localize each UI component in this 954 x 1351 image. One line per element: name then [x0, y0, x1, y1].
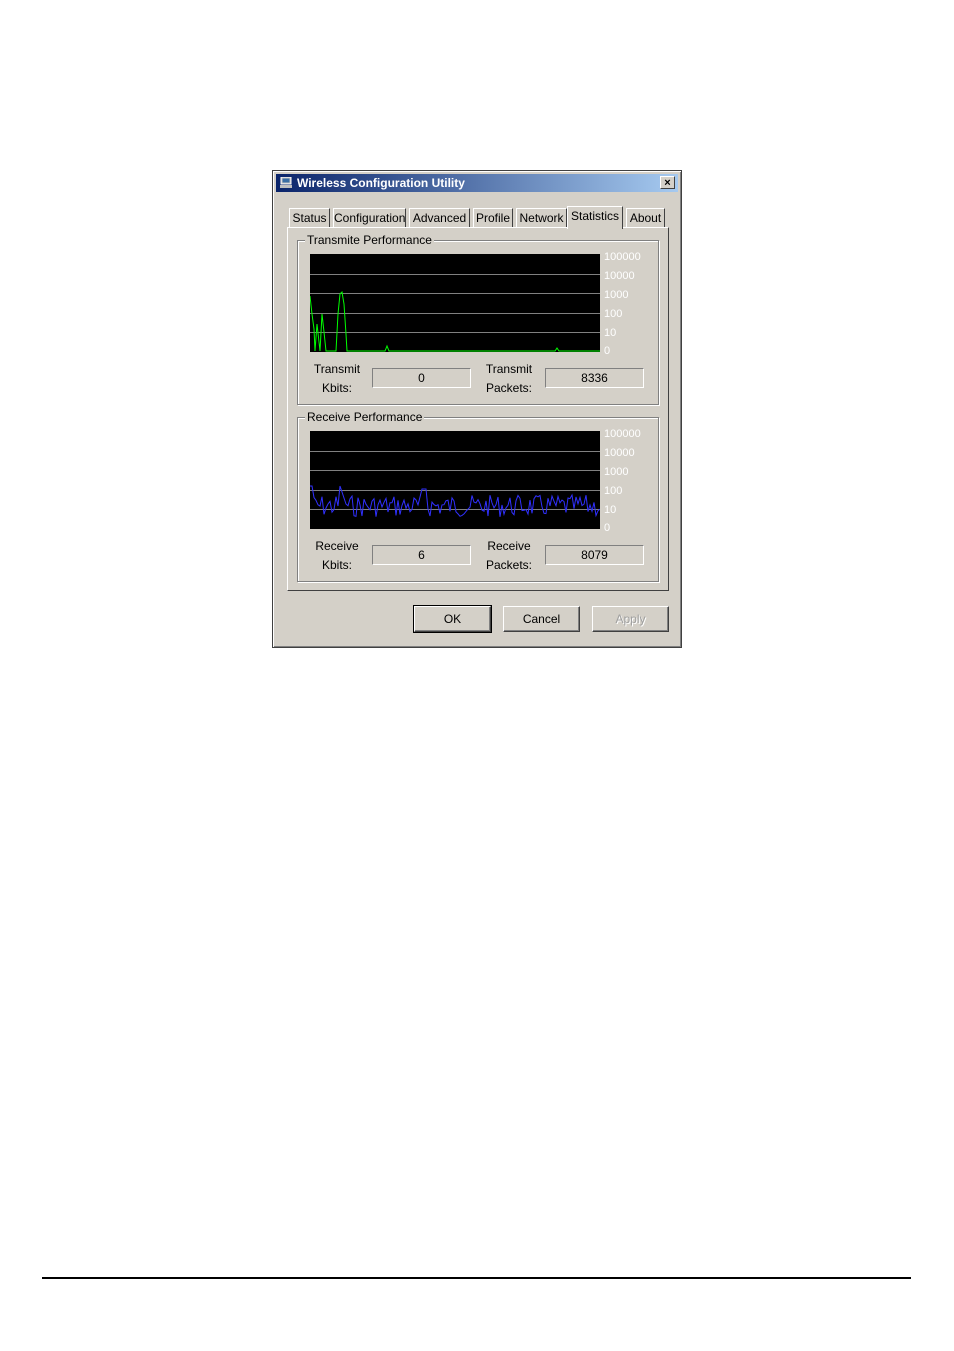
page-footer-rule: [42, 1277, 911, 1279]
computer-icon: [280, 177, 292, 188]
y-label-100: 100: [604, 308, 623, 320]
y-label-0: 0: [604, 345, 611, 357]
statistics-panel: Transmite Performance 100000 10000 1000 …: [287, 227, 669, 591]
transmit-packets-label: Transmit Packets:: [484, 360, 534, 398]
tab-network[interactable]: Network: [516, 208, 567, 228]
close-button[interactable]: ×: [660, 176, 675, 189]
transmit-y-scale: 100000 10000 1000 100 10 0: [604, 251, 654, 357]
ok-button[interactable]: OK: [413, 605, 492, 633]
receive-packets-label-line1: Receive: [487, 539, 531, 553]
tab-configuration[interactable]: Configuration: [333, 208, 406, 228]
apply-button[interactable]: Apply: [592, 606, 669, 632]
transmit-graph-plot: [310, 274, 600, 352]
transmit-kbits-label-line2: Kbits:: [321, 381, 352, 395]
receive-kbits-value: 6: [372, 545, 471, 565]
tab-profile[interactable]: Profile: [473, 208, 513, 228]
transmit-packets-label-line2: Packets:: [485, 381, 533, 395]
transmit-kbits-label-line1: Transmit: [313, 362, 361, 376]
receive-packets-value: 8079: [545, 545, 644, 565]
y-label-10: 10: [604, 504, 617, 516]
receive-packets-label-line2: Packets:: [485, 558, 533, 572]
cancel-button[interactable]: Cancel: [503, 606, 580, 632]
transmit-packets-label-line1: Transmit: [485, 362, 533, 376]
transmit-group-title: Transmite Performance: [305, 233, 434, 247]
receive-y-scale: 100000 10000 1000 100 10 0: [604, 428, 654, 534]
receive-kbits-label-line2: Kbits:: [321, 558, 352, 572]
receive-graph-plot: [310, 451, 600, 518]
y-label-100: 100: [604, 485, 623, 497]
receive-graph: [310, 431, 600, 529]
y-label-1000: 1000: [604, 289, 629, 301]
y-label-100000: 100000: [604, 251, 641, 263]
receive-kbits-label-line1: Receive: [315, 539, 359, 553]
transmit-performance-group: Transmite Performance 100000 10000 1000 …: [297, 233, 659, 405]
receive-kbits-label: Receive Kbits:: [312, 537, 362, 575]
y-label-10: 10: [604, 327, 617, 339]
y-label-1000: 1000: [604, 466, 629, 478]
wireless-config-window: Wireless Configuration Utility × Status …: [272, 170, 682, 648]
transmit-packets-value: 8336: [545, 368, 644, 388]
transmit-graph: [310, 254, 600, 352]
tab-advanced[interactable]: Advanced: [409, 208, 470, 228]
y-label-0: 0: [604, 522, 611, 534]
tab-status[interactable]: Status: [289, 208, 330, 228]
tab-about[interactable]: About: [626, 208, 665, 228]
receive-packets-label: Receive Packets:: [484, 537, 534, 575]
receive-group-title: Receive Performance: [305, 410, 425, 424]
transmit-kbits-value: 0: [372, 368, 471, 388]
title-bar[interactable]: Wireless Configuration Utility ×: [276, 174, 678, 192]
receive-performance-group: Receive Performance 100000 10000 1000 10…: [297, 410, 659, 582]
y-label-100000: 100000: [604, 428, 641, 440]
tab-statistics[interactable]: Statistics: [567, 206, 623, 229]
y-label-10000: 10000: [604, 270, 635, 282]
y-label-10000: 10000: [604, 447, 635, 459]
transmit-kbits-label: Transmit Kbits:: [312, 360, 362, 398]
traffic-trace: [310, 290, 600, 352]
window-title: Wireless Configuration Utility: [297, 176, 465, 190]
